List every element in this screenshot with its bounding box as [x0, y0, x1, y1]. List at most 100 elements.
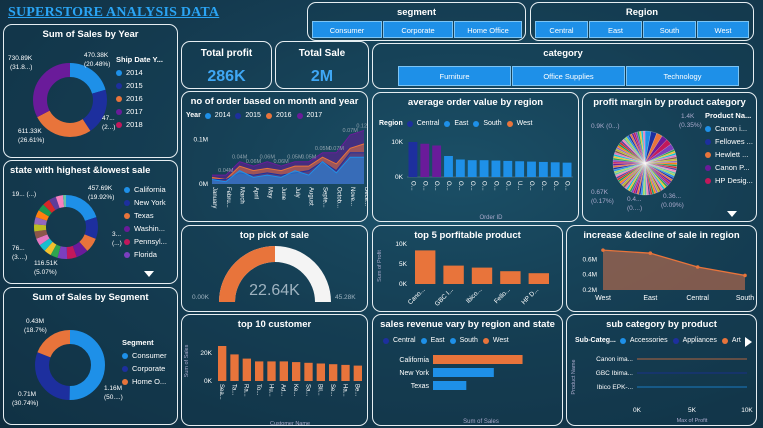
segment-option-consumer[interactable]: Consumer — [312, 21, 382, 38]
orders-x-tick: Septe... — [322, 187, 328, 208]
segment-label-b: 0.71M — [18, 391, 37, 398]
top-product-bar-chart[interactable]: Sum of Profit 0K 5K 10K Cano... GBC I... Ibico… — [373, 240, 563, 312]
legend-item-2015[interactable]: 2015 — [235, 112, 261, 119]
region-slicer-title: Region — [625, 7, 659, 18]
sales-by-segment-legend: Segment Consumer Corporate Home O... — [122, 338, 167, 388]
region-option-east[interactable]: East — [589, 21, 642, 38]
orders-month-title: no of order based on month and year — [190, 96, 359, 107]
avg-order-bar — [479, 160, 489, 177]
legend-item-art[interactable]: Art — [721, 337, 741, 344]
legend-item-accessories[interactable]: Accessories — [619, 337, 668, 344]
legend-item-east[interactable]: East — [444, 120, 468, 127]
segment-label-b2: (30.74%) — [12, 400, 39, 407]
region-trend-area-chart[interactable]: 0.2M 0.4M 0.6M West East Central South — [567, 240, 757, 312]
legend-item-central[interactable]: Central — [383, 337, 416, 344]
avg-order-bar — [467, 160, 477, 177]
legend-item-hp-design[interactable]: HP Desig... — [705, 174, 753, 187]
category-option-technology[interactable]: Technology — [626, 66, 739, 86]
legend-item-corporate[interactable]: Corporate — [122, 362, 167, 375]
orders-x-tick: August — [308, 187, 314, 206]
region-option-south[interactable]: South — [643, 21, 696, 38]
legend-scroll-down-icon[interactable] — [727, 211, 737, 218]
kpi-total-profit-label: Total profit — [200, 48, 253, 59]
legend-item-washington[interactable]: Washin... — [124, 222, 167, 235]
avg-order-x-tick: O... — [445, 181, 451, 191]
region-option-central[interactable]: Central — [535, 21, 588, 38]
legend-item-canon-i[interactable]: Canon i... — [705, 122, 753, 135]
avg-order-bar-chart[interactable]: 0K 10K O... O... O... O... O... O... O... O... O..… — [373, 131, 579, 221]
legend-item-hewlett[interactable]: Hewlett ... — [705, 148, 753, 161]
orders-month-area-chart[interactable]: 0M0.1M0.04M0.04M0.06M0.06M0.06M0.05M0.05… — [182, 122, 368, 222]
orders-x-tick: Octob... — [335, 187, 341, 208]
legend-item-south[interactable]: South — [449, 337, 478, 344]
category-option-office-supplies[interactable]: Office Supplies — [512, 66, 625, 86]
state-sale-label-d: 76... — [12, 245, 25, 252]
legend-item-consumer[interactable]: Consumer — [122, 349, 167, 362]
legend-item-florida[interactable]: Florida — [124, 248, 167, 261]
legend-item-central[interactable]: Central — [406, 120, 439, 127]
segment-label-c: 1.16M — [104, 385, 123, 392]
region-trend-point — [743, 273, 747, 278]
legend-item-california[interactable]: California — [124, 183, 167, 196]
category-option-furniture[interactable]: Furniture — [398, 66, 511, 86]
revenue-state-bar-chart[interactable]: California New York Texas Sum of Sales — [373, 349, 563, 426]
pie-label-6: (0.09%) — [661, 202, 684, 209]
subcat-chart[interactable]: Product Name Canon ima... GBC Ibima... Ibic… — [567, 349, 757, 426]
legend-item-west[interactable]: West — [506, 120, 532, 127]
segment-option-home-office[interactable]: Home Office — [454, 21, 522, 38]
legend-item-2015[interactable]: 2015 — [116, 79, 163, 92]
top-customer-bar — [242, 358, 251, 381]
pie-label-4: (0....) — [627, 205, 643, 212]
legend-item-2017[interactable]: 2017 — [116, 105, 163, 118]
segment-label-c2: (50....) — [104, 394, 123, 401]
legend-item-2014[interactable]: 2014 — [204, 112, 230, 119]
legend-item-pennsylvania[interactable]: Pennsyl... — [124, 235, 167, 248]
top-customer-x-tick: Ad... — [280, 384, 286, 397]
orders-x-tick: Nove... — [349, 187, 355, 206]
region-trend-x-tick: Central — [686, 295, 709, 302]
legend-next-icon[interactable] — [745, 337, 752, 347]
legend-item-2014[interactable]: 2014 — [116, 66, 163, 79]
region-option-west[interactable]: West — [697, 21, 749, 38]
top-customer-bar — [267, 361, 276, 381]
region-trend-point — [648, 251, 653, 255]
legend-item-appliances[interactable]: Appliances — [672, 337, 717, 344]
avg-order-bar — [538, 161, 548, 177]
category-slicer-title: category — [543, 48, 583, 59]
subcat-x-tick: 10K — [741, 407, 753, 414]
legend-item-2018[interactable]: 2018 — [116, 118, 163, 131]
revenue-state-card: sales revenue vary by region and state C… — [372, 314, 563, 426]
legend-item-texas[interactable]: Texas — [124, 209, 167, 222]
state-sale-label-c: 3... — [112, 231, 122, 238]
legend-item-home-office[interactable]: Home O... — [122, 375, 167, 388]
top-product-bar — [528, 273, 549, 284]
state-sale-label-a: 457.69K — [88, 185, 113, 192]
top-customer-x-tick: Ta... — [230, 384, 236, 396]
legend-item-fellowes[interactable]: Fellowes ... — [705, 135, 753, 148]
legend-item-canon-p[interactable]: Canon P... — [705, 161, 753, 174]
region-slicer: Region Central East South West — [530, 2, 754, 41]
legend-scroll-down-icon[interactable] — [144, 271, 154, 278]
revenue-state-y-tick: Texas — [411, 383, 430, 390]
profit-margin-card: profit margin by product category 0.9K (… — [582, 92, 757, 222]
legend-item-2016[interactable]: 2016 — [116, 92, 163, 105]
avg-order-y-tick: 0K — [395, 174, 404, 181]
segment-option-corporate[interactable]: Corporate — [383, 21, 453, 38]
legend-item-2017[interactable]: 2017 — [296, 112, 322, 119]
orders-point-label: 0.04M — [218, 168, 234, 174]
legend-item-2016[interactable]: 2016 — [265, 112, 292, 119]
legend-item-west[interactable]: West — [482, 337, 509, 344]
legend-item-new-york[interactable]: New York — [124, 196, 167, 209]
revenue-state-legend: Central East South West — [383, 337, 514, 344]
pie-label-5: 0.36... — [663, 193, 682, 200]
avg-order-x-tick: O... — [457, 181, 463, 191]
avg-order-x-tick: O... — [528, 181, 534, 191]
top-customer-x-tick: Bil... — [317, 384, 323, 396]
legend-item-south[interactable]: South — [473, 120, 502, 127]
avg-order-x-label: Order ID — [479, 215, 503, 221]
kpi-total-profit-value: 286K — [207, 68, 246, 85]
legend-item-east[interactable]: East — [420, 337, 445, 344]
top-customer-bar-chart[interactable]: Sum of Sales 0K 20K Sea... Ta... Ra... To... Hu… — [182, 331, 368, 426]
top-customer-x-tick: Sea... — [218, 384, 224, 400]
avg-order-x-tick: O... — [552, 181, 558, 191]
